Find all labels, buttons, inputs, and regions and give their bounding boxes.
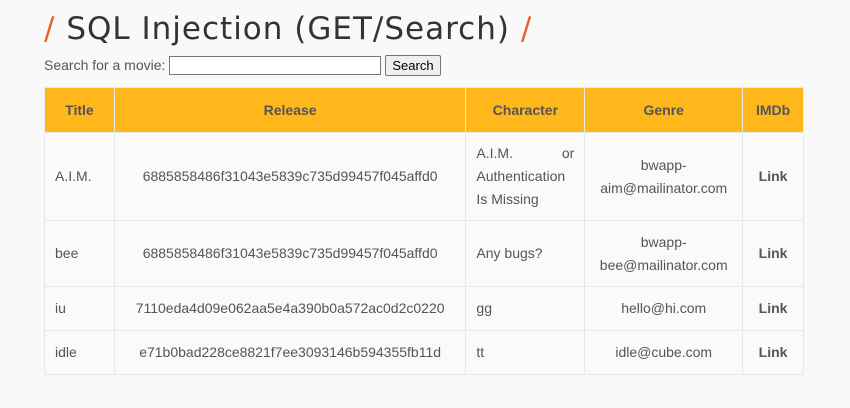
title-slash-left: /	[44, 10, 56, 47]
table-row: A.I.M. 6885858486f31043e5839c735d99457f0…	[44, 132, 804, 221]
cell-genre: bwapp-bee@mailinator.com	[584, 220, 744, 287]
cell-release: 6885858486f31043e5839c735d99457f045affd0	[113, 220, 467, 287]
column-header-title: Title	[44, 87, 115, 133]
imdb-link[interactable]: Link	[759, 300, 788, 316]
column-header-genre: Genre	[584, 87, 744, 133]
title-slash-right: /	[520, 10, 533, 47]
cell-imdb: Link	[742, 330, 804, 375]
imdb-link[interactable]: Link	[759, 245, 788, 261]
cell-genre: bwapp-aim@mailinator.com	[584, 132, 744, 221]
table-row: iu 7110eda4d09e062aa5e4a390b0a572ac0d2c0…	[44, 286, 804, 331]
page: / SQL Injection (GET/Search) / Search fo…	[0, 0, 850, 408]
table-row: bee 6885858486f31043e5839c735d99457f045a…	[44, 220, 804, 287]
search-form: Search for a movie: Search	[44, 54, 441, 76]
cell-character: gg	[465, 286, 586, 331]
cell-release: 6885858486f31043e5839c735d99457f045affd0	[113, 132, 467, 221]
imdb-link[interactable]: Link	[759, 168, 788, 184]
cell-title: idle	[44, 330, 115, 375]
column-header-character: Character	[465, 87, 586, 133]
search-button[interactable]: Search	[385, 54, 441, 76]
table-header-row: Title Release Character Genre IMDb	[44, 87, 804, 133]
movies-table: Title Release Character Genre IMDb A.I.M…	[44, 87, 804, 375]
table-row: idle e71b0bad228ce8821f7ee3093146b594355…	[44, 330, 804, 375]
imdb-link[interactable]: Link	[759, 344, 788, 360]
cell-imdb: Link	[742, 286, 804, 331]
cell-imdb: Link	[742, 220, 804, 287]
cell-genre: hello@hi.com	[584, 286, 744, 331]
cell-character: A.I.M. or Authentication Is Missing	[465, 132, 586, 221]
search-label: Search for a movie:	[44, 57, 166, 73]
cell-character: Any bugs?	[465, 220, 586, 287]
search-input[interactable]	[169, 55, 382, 75]
column-header-imdb: IMDb	[742, 87, 804, 133]
page-title: / SQL Injection (GET/Search) /	[44, 7, 532, 51]
cell-imdb: Link	[742, 132, 804, 221]
cell-release: e71b0bad228ce8821f7ee3093146b594355fb11d	[113, 330, 467, 375]
cell-title: iu	[44, 286, 115, 331]
cell-genre: idle@cube.com	[584, 330, 744, 375]
cell-title: bee	[44, 220, 115, 287]
cell-release: 7110eda4d09e062aa5e4a390b0a572ac0d2c0220	[113, 286, 467, 331]
column-header-release: Release	[113, 87, 467, 133]
cell-title: A.I.M.	[44, 132, 115, 221]
cell-character: tt	[465, 330, 586, 375]
title-text: SQL Injection (GET/Search)	[66, 10, 510, 47]
